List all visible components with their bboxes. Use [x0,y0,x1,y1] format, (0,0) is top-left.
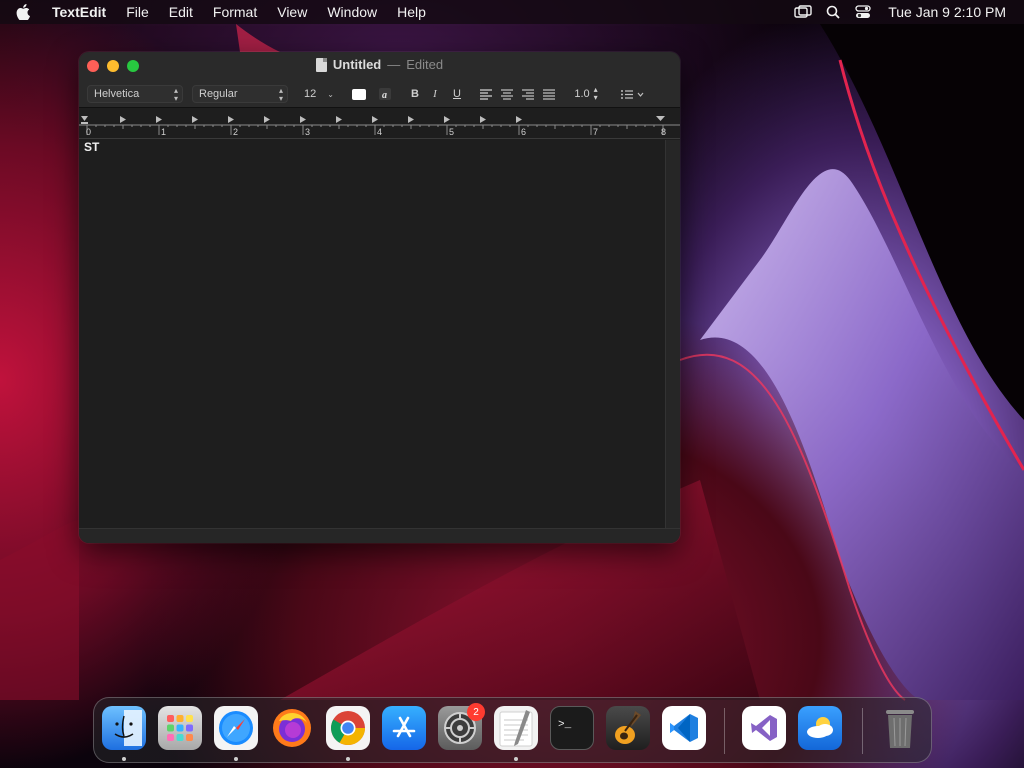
apple-menu-icon[interactable] [16,0,38,24]
svg-text:a: a [382,90,387,101]
firefox-icon[interactable] [270,706,314,750]
italic-button[interactable]: I [428,85,442,103]
font-size-combo[interactable]: 12 ⌄ [297,85,339,103]
menu-help[interactable]: Help [387,0,436,24]
format-toolbar: Helvetica ▴ ▾ Regular ▴ ▾ 12 ⌄ a B I U 1… [79,82,680,106]
trash-icon[interactable] [878,706,922,750]
bold-button[interactable]: B [408,85,422,103]
textedit-running-indicator [514,757,518,761]
screen-mirroring-icon[interactable] [788,0,818,24]
tab-stop-marker [336,116,342,123]
ruler-label: 7 [593,127,598,137]
ruler-label: 4 [377,127,382,137]
svg-text:>_: >_ [558,719,572,731]
edited-status: Edited [406,57,444,72]
window-titlebar[interactable]: Untitled — Edited Helvetica ▴ ▾ Regular ▴… [79,52,680,108]
font-size-value: 12 [304,88,317,100]
control-center-icon[interactable] [848,0,878,24]
tab-stop-marker [156,116,162,123]
system-settings-icon[interactable]: 2 [438,703,485,750]
horizontal-scrollbar[interactable] [79,528,680,543]
tab-stop-marker [444,116,450,123]
window-title: Untitled — Edited [79,57,680,72]
text-ruler[interactable]: 0 1 2 3 4 5 6 7 8 [79,109,680,139]
tab-stop-marker [228,116,234,123]
align-right-icon[interactable] [520,85,536,103]
menu-view[interactable]: View [267,0,317,24]
dock-separator [862,708,863,754]
ruler-label: 1 [161,127,166,137]
menu-window[interactable]: Window [317,0,387,24]
menu-edit[interactable]: Edit [159,0,203,24]
dock: 2 >_ [93,697,932,763]
tab-stop-marker [120,116,126,123]
first-line-indent-marker[interactable] [81,116,88,121]
vertical-scrollbar[interactable] [665,140,680,528]
dock-separator [724,708,725,754]
align-justify-icon[interactable] [541,85,557,103]
menu-bar: TextEdit File Edit Format View Window He… [0,0,1024,24]
visual-studio-icon[interactable] [742,706,786,750]
ruler-label: 0 [86,127,91,137]
finder-icon[interactable] [102,706,146,750]
chevron-updown-icon: ▴ ▾ [173,86,178,103]
textedit-icon[interactable] [494,706,538,750]
ruler-label: 8 [661,127,666,137]
safari-running-indicator [234,757,238,761]
chevron-updown-icon: ▴ ▾ [593,85,598,102]
ruler-label: 5 [449,127,454,137]
ruler-label: 2 [233,127,238,137]
document-text: ST [84,140,100,154]
safari-icon[interactable] [214,706,258,750]
spotlight-search-icon[interactable] [818,0,848,24]
font-family-value: Helvetica [94,88,140,100]
underline-button[interactable]: U [450,85,464,103]
launchpad-icon[interactable] [158,706,202,750]
font-style-value: Regular [199,88,238,100]
chrome-icon[interactable] [326,706,370,750]
text-color-swatch[interactable] [352,89,366,100]
align-left-icon[interactable] [478,85,494,103]
list-bullets-icon[interactable] [617,85,647,103]
tab-stop-marker [372,116,378,123]
ruler-label: 3 [305,127,310,137]
garageband-icon[interactable] [606,706,650,750]
ruler-label: 6 [521,127,526,137]
chevron-updown-icon: ▴ ▾ [278,86,283,103]
chevron-down-icon: ⌄ [327,90,334,99]
document-name: Untitled [332,57,382,72]
right-indent-marker[interactable] [656,116,665,121]
document-icon [315,57,327,72]
terminal-icon[interactable]: >_ [550,706,594,750]
line-spacing-value: 1.0 [574,88,590,100]
menubar-clock[interactable]: Tue Jan 9 2:10 PM [878,4,1024,20]
tab-stop-marker [264,116,270,123]
textedit-window: Untitled — Edited Helvetica ▴ ▾ Regular ▴… [79,52,680,543]
menu-app-name[interactable]: TextEdit [38,0,116,24]
menu-format[interactable]: Format [203,0,267,24]
vscode-icon[interactable] [662,706,706,750]
tab-stop-marker [516,116,522,123]
chrome-running-indicator [346,757,350,761]
menu-file[interactable]: File [116,0,159,24]
weather-icon[interactable] [798,706,842,750]
text-highlight-icon[interactable]: a [378,85,392,103]
finder-running-indicator [122,757,126,761]
tab-stop-marker [480,116,486,123]
notification-badge: 2 [467,703,485,721]
left-indent-marker[interactable] [81,122,88,124]
line-spacing-select[interactable]: 1.0 ▴ ▾ [569,85,603,103]
font-style-select[interactable]: Regular ▴ ▾ [192,85,288,103]
ruler-graphic: 0 1 2 3 4 5 6 7 8 [79,116,680,137]
document-text-area[interactable]: ST [79,140,665,526]
tab-stop-marker [408,116,414,123]
app-store-icon[interactable] [382,706,426,750]
tab-stop-marker [192,116,198,123]
align-center-icon[interactable] [499,85,515,103]
font-family-select[interactable]: Helvetica ▴ ▾ [87,85,183,103]
title-separator: — [387,57,401,72]
tab-stop-marker [300,116,306,123]
